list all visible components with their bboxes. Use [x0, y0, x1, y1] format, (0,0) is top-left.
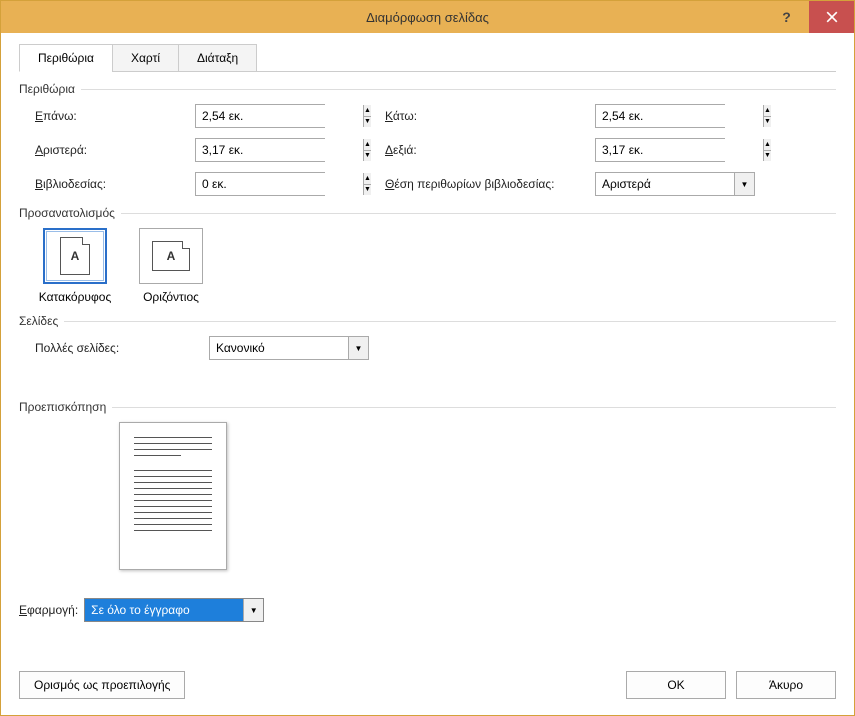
- preview-area: [19, 422, 836, 570]
- spin-down-icon[interactable]: ▼: [364, 185, 371, 196]
- spin-up-icon[interactable]: ▲: [764, 139, 771, 151]
- apply-row: Εφαρμογή: Σε όλο το έγγραφο ▼: [19, 598, 836, 622]
- group-header-pages: Σελίδες: [19, 314, 836, 328]
- orientation-row: A Κατακόρυφος A Οριζόντιος: [19, 228, 836, 304]
- spinner-right[interactable]: ▲▼: [595, 138, 725, 162]
- group-orientation: Προσανατολισμός A Κατακόρυφος A Οριζόντι…: [19, 206, 836, 304]
- group-pages: Σελίδες Πολλές σελίδες: Κανονικό ▼: [19, 314, 836, 360]
- chevron-down-icon[interactable]: ▼: [348, 337, 368, 359]
- tabstrip: Περιθώρια Χαρτί Διάταξη: [19, 43, 836, 72]
- label-top: Επάνω:: [35, 109, 195, 123]
- dialog-footer: Ορισμός ως προεπιλογής OK Άκυρο: [19, 671, 836, 699]
- set-default-button[interactable]: Ορισμός ως προεπιλογής: [19, 671, 185, 699]
- margins-grid: Επάνω: ▲▼ Κάτω: ▲▼ Αριστερά: ▲▼ Δεξιά:: [19, 104, 836, 196]
- help-button[interactable]: ?: [764, 1, 809, 33]
- preview-page-icon: [119, 422, 227, 570]
- portrait-label: Κατακόρυφος: [35, 290, 115, 304]
- close-button[interactable]: [809, 1, 854, 33]
- spin-top[interactable]: ▲▼: [363, 105, 371, 127]
- group-margins: Περιθώρια Επάνω: ▲▼ Κάτω: ▲▼ Αριστερά: ▲…: [19, 82, 836, 196]
- input-top[interactable]: [196, 105, 363, 127]
- select-gutter-pos[interactable]: Αριστερά ▼: [595, 172, 755, 196]
- input-right[interactable]: [596, 139, 763, 161]
- spin-up-icon[interactable]: ▲: [364, 105, 371, 117]
- orientation-portrait[interactable]: A Κατακόρυφος: [35, 228, 115, 304]
- group-title-pages: Σελίδες: [19, 314, 58, 328]
- spin-gutter[interactable]: ▲▼: [363, 173, 371, 195]
- input-left[interactable]: [196, 139, 363, 161]
- spin-down-icon[interactable]: ▼: [764, 151, 771, 162]
- landscape-label: Οριζόντιος: [131, 290, 211, 304]
- select-apply-to[interactable]: Σε όλο το έγγραφο ▼: [84, 598, 264, 622]
- spin-left[interactable]: ▲▼: [363, 139, 371, 161]
- spin-up-icon[interactable]: ▲: [364, 173, 371, 185]
- tab-paper[interactable]: Χαρτί: [112, 44, 179, 72]
- spin-down-icon[interactable]: ▼: [364, 117, 371, 128]
- pages-row: Πολλές σελίδες: Κανονικό ▼: [19, 336, 836, 360]
- group-header-orientation: Προσανατολισμός: [19, 206, 836, 220]
- orientation-landscape[interactable]: A Οριζόντιος: [131, 228, 211, 304]
- spin-bottom[interactable]: ▲▼: [763, 105, 771, 127]
- spinner-top[interactable]: ▲▼: [195, 104, 325, 128]
- dialog-title: Διαμόρφωση σελίδας: [1, 10, 854, 25]
- dialog-content: Περιθώρια Χαρτί Διάταξη Περιθώρια Επάνω:…: [1, 33, 854, 640]
- tab-margins[interactable]: Περιθώρια: [19, 44, 113, 72]
- label-apply-to: Εφαρμογή:: [19, 603, 78, 617]
- select-apply-to-value: Σε όλο το έγγραφο: [85, 599, 243, 621]
- group-preview: Προεπισκόπηση Εφαρμογή: Σε όλο το έγγραφ…: [19, 400, 836, 622]
- page-setup-dialog: Διαμόρφωση σελίδας ? Περιθώρια Χαρτί Διά…: [0, 0, 855, 716]
- group-title-orientation: Προσανατολισμός: [19, 206, 115, 220]
- spinner-left[interactable]: ▲▼: [195, 138, 325, 162]
- spin-up-icon[interactable]: ▲: [764, 105, 771, 117]
- input-bottom[interactable]: [596, 105, 763, 127]
- spin-up-icon[interactable]: ▲: [364, 139, 371, 151]
- spinner-bottom[interactable]: ▲▼: [595, 104, 725, 128]
- label-gutter-pos: Θέση περιθωρίων βιβλιοδεσίας:: [385, 177, 595, 191]
- input-gutter[interactable]: [196, 173, 363, 195]
- spin-down-icon[interactable]: ▼: [364, 151, 371, 162]
- close-icon: [826, 11, 838, 23]
- label-multi-pages: Πολλές σελίδες:: [35, 341, 179, 355]
- chevron-down-icon[interactable]: ▼: [734, 173, 754, 195]
- label-left: Αριστερά:: [35, 143, 195, 157]
- ok-button[interactable]: OK: [626, 671, 726, 699]
- select-multi-pages-value: Κανονικό: [210, 337, 348, 359]
- titlebar: Διαμόρφωση σελίδας ?: [1, 1, 854, 33]
- titlebar-controls: ?: [764, 1, 854, 33]
- group-header-margins: Περιθώρια: [19, 82, 836, 96]
- chevron-down-icon[interactable]: ▼: [243, 599, 263, 621]
- portrait-icon: A: [43, 228, 107, 284]
- landscape-icon: A: [139, 228, 203, 284]
- cancel-button[interactable]: Άκυρο: [736, 671, 836, 699]
- group-title-margins: Περιθώρια: [19, 82, 75, 96]
- label-right: Δεξιά:: [385, 143, 595, 157]
- label-bottom: Κάτω:: [385, 109, 595, 123]
- label-gutter: Βιβλιοδεσίας:: [35, 177, 195, 191]
- tab-layout[interactable]: Διάταξη: [178, 44, 257, 72]
- select-multi-pages[interactable]: Κανονικό ▼: [209, 336, 369, 360]
- footer-right: OK Άκυρο: [626, 671, 836, 699]
- select-gutter-pos-value: Αριστερά: [596, 173, 734, 195]
- group-title-preview: Προεπισκόπηση: [19, 400, 106, 414]
- spinner-gutter[interactable]: ▲▼: [195, 172, 325, 196]
- spin-right[interactable]: ▲▼: [763, 139, 771, 161]
- group-header-preview: Προεπισκόπηση: [19, 400, 836, 414]
- spin-down-icon[interactable]: ▼: [764, 117, 771, 128]
